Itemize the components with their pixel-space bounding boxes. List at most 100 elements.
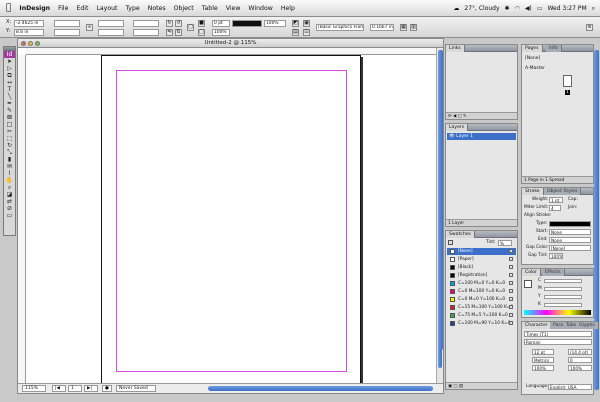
menu-layout[interactable]: Layout <box>96 5 117 12</box>
type-tool-icon[interactable]: T <box>4 86 15 93</box>
center-content-icon[interactable]: ⊡ <box>303 29 310 36</box>
channel-m-slider[interactable] <box>544 287 582 291</box>
hand-tool-icon[interactable]: ✋ <box>4 177 15 184</box>
dock-collapse-bar-left[interactable] <box>438 50 443 350</box>
fill-swatch-icon[interactable]: ■ <box>198 20 205 27</box>
swatch-row[interactable]: [Paper] <box>447 256 516 263</box>
vertical-scale-field[interactable]: 100% <box>532 365 554 371</box>
gradient-tool-icon[interactable]: ▮ <box>4 156 15 163</box>
weight-field[interactable]: 1 pt <box>549 197 563 203</box>
vertical-ruler[interactable] <box>18 55 26 383</box>
swap-colors-icon[interactable]: ⇄ <box>4 198 15 205</box>
menu-view[interactable]: View <box>226 5 241 12</box>
volume-icon[interactable]: ◀) <box>525 5 532 12</box>
flip-h-icon[interactable]: ⇋ <box>166 29 173 36</box>
normal-view-icon[interactable]: ▭ <box>4 212 15 219</box>
preflight-icon[interactable]: ● <box>102 385 112 392</box>
y-field[interactable]: 8.6 in <box>14 29 44 36</box>
zoom-field[interactable]: 100% <box>212 29 230 36</box>
type-dropdown[interactable] <box>549 221 591 227</box>
kerning-field[interactable]: Metrics <box>532 357 554 363</box>
pen-tool-icon[interactable]: ✒ <box>4 100 15 107</box>
pencil-tool-icon[interactable]: ✎ <box>4 107 15 114</box>
eyedropper-tool-icon[interactable]: ⌇ <box>4 170 15 177</box>
horizontal-scale-field[interactable]: 100% <box>568 365 592 371</box>
menu-file[interactable]: File <box>58 5 68 12</box>
shear-field[interactable] <box>133 29 159 36</box>
width-field[interactable] <box>54 20 80 27</box>
direct-selection-tool-icon[interactable]: ▷ <box>4 65 15 72</box>
font-family-dropdown[interactable]: Times (T1) <box>524 331 592 337</box>
tab-character[interactable]: Character <box>522 322 552 329</box>
zoom-window-icon[interactable] <box>35 41 40 46</box>
minimize-icon[interactable] <box>28 41 33 46</box>
constrain-icon[interactable]: ∞ <box>86 24 93 31</box>
offset-field[interactable]: 0.1667 in <box>370 24 394 31</box>
horizontal-ruler[interactable] <box>26 48 436 55</box>
height-field[interactable] <box>54 29 80 36</box>
scale-tool-icon[interactable]: ⤡ <box>4 149 15 156</box>
font-style-dropdown[interactable]: Roman <box>524 339 592 345</box>
tab-pages[interactable]: Pages <box>522 45 543 52</box>
stroke-swatch-icon[interactable]: □ <box>198 29 205 36</box>
menu-indesign[interactable]: InDesign <box>19 5 50 12</box>
pages-master-item[interactable]: A-Master <box>523 65 592 72</box>
zoom-tool-icon[interactable]: ⌕ <box>4 184 15 191</box>
battery-icon[interactable]: ▭ <box>537 5 543 12</box>
eye-icon[interactable]: 👁 <box>449 134 455 139</box>
swatch-row[interactable]: [None] <box>447 248 516 255</box>
free-transform-tool-icon[interactable]: ⬚ <box>4 135 15 142</box>
horizontal-scrollbar[interactable] <box>208 386 433 391</box>
tab-info[interactable]: Info <box>546 45 562 52</box>
rotate-field[interactable] <box>133 20 159 27</box>
opacity-field[interactable]: 100% <box>264 20 286 27</box>
dock-collapse-bar-right[interactable] <box>594 50 599 390</box>
cloud-icon[interactable]: ☁ <box>453 5 459 12</box>
pages-none-item[interactable]: [None] <box>523 55 592 62</box>
note-tool-icon[interactable]: ✉ <box>4 163 15 170</box>
control-menu-icon[interactable]: ≡ <box>586 24 593 31</box>
tab-glyphs[interactable]: Glyphs <box>576 322 599 329</box>
document-page[interactable] <box>101 55 361 390</box>
rotate-cw-icon[interactable]: ↻ <box>166 20 173 27</box>
stroke-weight-field[interactable]: 0 pt <box>212 20 230 27</box>
color-fill-icon[interactable] <box>524 280 532 288</box>
scale-x-field[interactable] <box>98 20 124 27</box>
tint-field[interactable]: % <box>498 240 512 246</box>
page-thumbnail[interactable] <box>563 75 572 87</box>
swatch-row[interactable]: [Registration] <box>447 272 516 279</box>
color-ramp[interactable] <box>524 310 591 315</box>
frame-style-dropdown[interactable]: [Basic Graphics Frame] <box>316 24 364 31</box>
menu-object[interactable]: Object <box>174 5 194 12</box>
tab-color[interactable]: Color <box>522 269 541 276</box>
tracking-field[interactable]: 0 <box>568 357 592 363</box>
select-container-icon[interactable]: ▢ <box>187 24 194 31</box>
swatch-row[interactable]: C=0 M=100 Y=0 K=0 <box>447 288 516 295</box>
menu-type[interactable]: Type <box>125 5 139 12</box>
line-tool-icon[interactable]: ╲ <box>4 93 15 100</box>
gap-tint-field[interactable]: 100% <box>549 253 563 259</box>
channel-k-slider[interactable] <box>544 303 582 307</box>
document-title-bar[interactable]: Untitled-2 @ 115% <box>18 39 443 48</box>
spotlight-icon[interactable]: ⌕ <box>592 5 595 13</box>
selection-tool-icon[interactable]: ➤ <box>4 58 15 65</box>
scissors-tool-icon[interactable]: ✂ <box>4 128 15 135</box>
grid-icon[interactable]: ▦ <box>400 24 407 31</box>
swatch-row[interactable]: C=100 M=0 Y=0 K=0 <box>447 280 516 287</box>
tab-effects[interactable]: Effects <box>542 269 565 276</box>
drop-shadow-icon[interactable]: ◩ <box>292 20 299 27</box>
menu-help[interactable]: Help <box>281 5 295 12</box>
start-dropdown[interactable]: None <box>549 229 591 235</box>
menu-edit[interactable]: Edit <box>76 5 88 12</box>
tab-object-styles[interactable]: Object Styles <box>544 188 582 195</box>
rotate-tool-icon[interactable]: ↻ <box>4 142 15 149</box>
tab-swatches[interactable]: Swatches <box>446 231 475 238</box>
x-field[interactable]: -2.4625 in <box>14 20 44 27</box>
channel-y-slider[interactable] <box>544 295 582 299</box>
text-wrap-icon[interactable]: ▤ <box>292 29 299 36</box>
swatch-row[interactable]: C=0 M=0 Y=100 K=0 <box>447 296 516 303</box>
fill-stroke-icon[interactable] <box>448 240 453 245</box>
swatch-row[interactable]: C=75 M=5 Y=100 K=0 <box>447 312 516 319</box>
channel-c-slider[interactable] <box>544 279 582 283</box>
gap-color-dropdown[interactable]: [None] <box>549 245 591 251</box>
